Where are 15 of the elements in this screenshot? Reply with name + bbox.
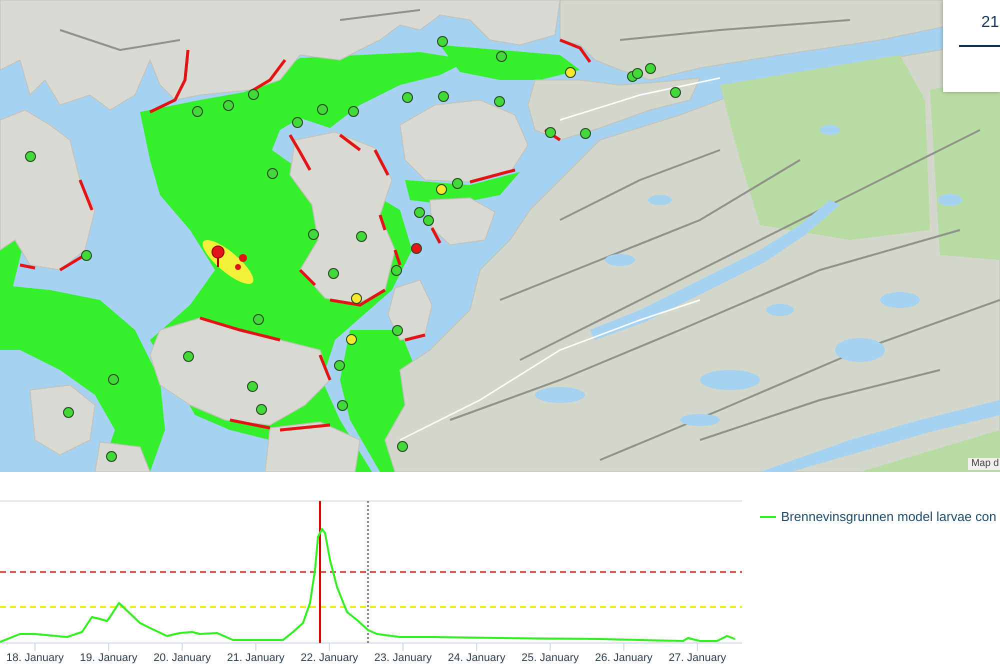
map-pin-icon[interactable] <box>211 245 225 267</box>
axis-label: 23. January <box>374 652 432 664</box>
axis-label: 24. January <box>448 652 506 664</box>
axis-label: 26. January <box>595 652 653 664</box>
legend-item[interactable]: Brennevinsgrunnen model larvae con <box>760 509 996 525</box>
line-swatch-icon <box>760 516 776 518</box>
axis-label: 27. January <box>668 652 726 664</box>
axis-label: 19. January <box>80 652 138 664</box>
axis-label: 25. January <box>521 652 579 664</box>
axis-label: 18. January <box>6 652 64 664</box>
axis-label: 20. January <box>153 652 211 664</box>
panel-number: 21 <box>981 13 1000 33</box>
axis-label: 22. January <box>300 652 358 664</box>
map-attribution[interactable]: Map d <box>968 458 1000 470</box>
axis-label: 21. January <box>227 652 285 664</box>
